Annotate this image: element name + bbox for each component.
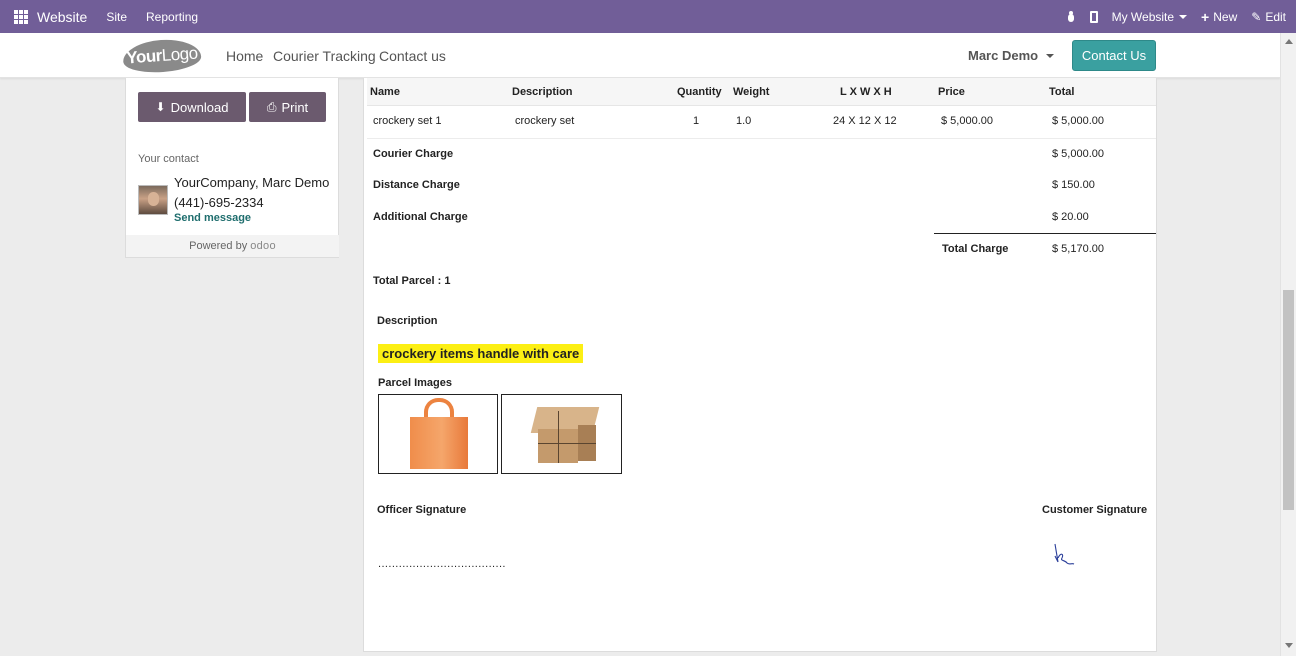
edit-button[interactable]: ✎ Edit xyxy=(1251,10,1286,24)
brown-parcel-image xyxy=(530,407,600,463)
courier-document: Name Description Quantity Weight L X W X… xyxy=(363,78,1157,652)
distance-charge-label: Distance Charge xyxy=(373,179,460,191)
admin-top-bar: Website Site Reporting My Website + New … xyxy=(0,0,1296,33)
new-button[interactable]: + New xyxy=(1201,9,1237,25)
scrollbar-thumb[interactable] xyxy=(1283,290,1294,510)
page-scrollbar[interactable] xyxy=(1280,33,1296,656)
website-selector[interactable]: My Website xyxy=(1111,9,1188,24)
your-contact-label: Your contact xyxy=(138,153,199,165)
chevron-down-icon xyxy=(1046,53,1055,58)
distance-charge-value: $ 150.00 xyxy=(1052,179,1095,191)
sidebar-card: ⬇ Download ⎙ Print Your contact YourComp… xyxy=(125,78,339,258)
customer-signature-label: Customer Signature xyxy=(1042,504,1148,516)
apps-grid-icon[interactable] xyxy=(14,9,28,24)
column-name: Name xyxy=(370,86,400,98)
row-divider xyxy=(367,138,1156,139)
avatar xyxy=(138,185,168,215)
parcel-image-bag[interactable] xyxy=(378,394,498,474)
column-dimensions: L X W X H xyxy=(840,86,892,98)
print-button[interactable]: ⎙ Print xyxy=(249,92,326,122)
contact-company: YourCompany, Marc Demo xyxy=(174,175,330,190)
column-description: Description xyxy=(512,86,573,98)
customer-signature-image xyxy=(1054,543,1075,565)
new-label: New xyxy=(1213,9,1238,24)
website-header: Your Logo Home Courier Tracking Contact u… xyxy=(0,33,1280,78)
cell-price: $ 5,000.00 xyxy=(941,115,993,127)
parcel-image-box[interactable] xyxy=(501,394,622,474)
parcel-note: crockery items handle with care xyxy=(378,344,584,363)
officer-signature-line: ..................................... xyxy=(378,558,506,570)
column-total: Total xyxy=(1049,86,1075,98)
website-selector-label: My Website xyxy=(1111,9,1175,24)
nav-courier-tracking[interactable]: Courier Tracking xyxy=(273,33,376,78)
total-divider xyxy=(934,233,1156,234)
menu-reporting[interactable]: Reporting xyxy=(146,10,198,24)
chevron-down-icon xyxy=(1179,14,1188,19)
total-charge-value: $ 5,170.00 xyxy=(1052,243,1104,255)
app-brand[interactable]: Website xyxy=(37,9,87,25)
odoo-logo[interactable]: odoo xyxy=(250,240,276,252)
total-charge-label: Total Charge xyxy=(942,243,1009,255)
pencil-icon: ✎ xyxy=(1251,9,1262,24)
courier-charge-label: Courier Charge xyxy=(373,148,454,160)
print-label: Print xyxy=(281,99,309,115)
logo-text-bold: Your xyxy=(125,46,163,68)
cell-description: crockery set xyxy=(515,115,575,127)
column-weight: Weight xyxy=(733,86,770,98)
download-button[interactable]: ⬇ Download xyxy=(138,92,246,122)
user-name: Marc Demo xyxy=(968,48,1039,63)
description-heading: Description xyxy=(377,315,438,327)
cell-quantity: 1 xyxy=(693,115,700,127)
total-parcel: Total Parcel : 1 xyxy=(373,275,451,287)
plus-icon: + xyxy=(1201,8,1210,25)
edit-label: Edit xyxy=(1265,9,1286,24)
additional-charge-label: Additional Charge xyxy=(373,211,468,223)
cell-total: $ 5,000.00 xyxy=(1052,115,1104,127)
nav-contact-us[interactable]: Contact us xyxy=(379,33,446,78)
parcel-images-heading: Parcel Images xyxy=(378,377,452,389)
additional-charge-value: $ 20.00 xyxy=(1052,211,1089,223)
send-message-link[interactable]: Send message xyxy=(174,212,251,224)
cell-dimensions: 24 X 12 X 12 xyxy=(833,115,897,127)
scroll-up-arrow-icon[interactable] xyxy=(1285,39,1293,44)
column-quantity: Quantity xyxy=(677,86,722,98)
download-icon: ⬇ xyxy=(155,100,166,114)
table-header: Name Description Quantity Weight L X W X… xyxy=(367,78,1156,106)
contact-phone: (441)-695-2334 xyxy=(174,195,264,210)
scroll-down-arrow-icon[interactable] xyxy=(1285,643,1293,648)
column-price: Price xyxy=(938,86,965,98)
logo-text-thin: Logo xyxy=(161,43,199,65)
cell-weight: 1.0 xyxy=(736,115,752,127)
site-logo[interactable]: Your Logo xyxy=(121,37,203,75)
courier-charge-value: $ 5,000.00 xyxy=(1052,148,1104,160)
menu-site[interactable]: Site xyxy=(106,10,127,24)
nav-home[interactable]: Home xyxy=(226,33,263,78)
officer-signature-label: Officer Signature xyxy=(377,504,467,516)
powered-by-label: Powered by xyxy=(189,240,248,252)
user-menu[interactable]: Marc Demo xyxy=(968,33,1055,78)
debug-bug-icon[interactable] xyxy=(1066,10,1076,23)
powered-by: Powered by odoo xyxy=(126,235,339,257)
mobile-preview-icon[interactable] xyxy=(1089,10,1098,23)
printer-icon: ⎙ xyxy=(266,99,277,114)
download-label: Download xyxy=(170,99,229,115)
cell-name: crockery set 1 xyxy=(373,115,442,127)
orange-bag-image xyxy=(410,417,468,469)
contact-us-button[interactable]: Contact Us xyxy=(1072,40,1156,71)
